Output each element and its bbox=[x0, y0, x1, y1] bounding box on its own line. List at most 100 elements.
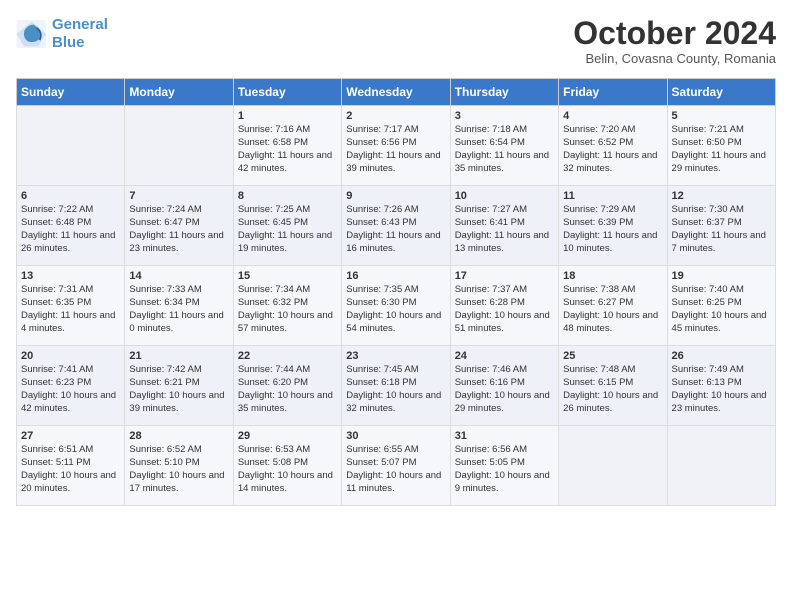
day-info: Sunrise: 7:26 AM Sunset: 6:43 PM Dayligh… bbox=[346, 204, 445, 255]
day-info: Sunrise: 7:16 AM Sunset: 6:58 PM Dayligh… bbox=[238, 124, 337, 175]
day-number: 11 bbox=[563, 190, 662, 202]
calendar-cell: 16 Sunrise: 7:35 AM Sunset: 6:30 PM Dayli… bbox=[342, 266, 450, 346]
day-number: 9 bbox=[346, 190, 445, 202]
day-number: 18 bbox=[563, 270, 662, 282]
day-number: 28 bbox=[129, 430, 228, 442]
day-number: 4 bbox=[563, 110, 662, 122]
day-header-wednesday: Wednesday bbox=[342, 79, 450, 106]
calendar-cell: 23Sunrise: 7:45 AM Sunset: 6:18 PM Dayli… bbox=[342, 346, 450, 426]
calendar-cell: 9 Sunrise: 7:26 AM Sunset: 6:43 PM Daylig… bbox=[342, 186, 450, 266]
day-info: Sunrise: 7:35 AM Sunset: 6:30 PM Dayligh… bbox=[346, 284, 445, 335]
day-info: Sunrise: 7:31 AM Sunset: 6:35 PM Dayligh… bbox=[21, 284, 120, 335]
calendar-cell: 27Sunrise: 6:51 AM Sunset: 5:11 PM Dayli… bbox=[17, 426, 125, 506]
calendar-cell: 2Sunrise: 7:17 AM Sunset: 6:56 PM Daylig… bbox=[342, 106, 450, 186]
day-number: 12 bbox=[672, 190, 771, 202]
day-header-tuesday: Tuesday bbox=[233, 79, 341, 106]
day-number: 1 bbox=[238, 110, 337, 122]
day-number: 6 bbox=[21, 190, 120, 202]
calendar-week-row: 20 Sunrise: 7:41 AM Sunset: 6:23 PM Dayli… bbox=[17, 346, 776, 426]
day-number: 26 bbox=[672, 350, 771, 362]
calendar-cell: 7 Sunrise: 7:24 AM Sunset: 6:47 PM Daylig… bbox=[125, 186, 233, 266]
day-number: 24 bbox=[455, 350, 554, 362]
day-info: Sunrise: 6:52 AM Sunset: 5:10 PM Dayligh… bbox=[129, 444, 228, 495]
calendar-cell: 22 Sunrise: 7:44 AM Sunset: 6:20 PM Dayli… bbox=[233, 346, 341, 426]
day-number: 22 bbox=[238, 350, 337, 362]
day-number: 20 bbox=[21, 350, 120, 362]
day-info: Sunrise: 7:44 AM Sunset: 6:20 PM Dayligh… bbox=[238, 364, 337, 415]
calendar-cell: 24 Sunrise: 7:46 AM Sunset: 6:16 PM Dayli… bbox=[450, 346, 558, 426]
day-number: 8 bbox=[238, 190, 337, 202]
calendar-cell: 6 Sunrise: 7:22 AM Sunset: 6:48 PM Daylig… bbox=[17, 186, 125, 266]
logo-icon bbox=[16, 20, 48, 48]
calendar-cell bbox=[17, 106, 125, 186]
day-header-friday: Friday bbox=[559, 79, 667, 106]
day-header-sunday: Sunday bbox=[17, 79, 125, 106]
logo: General Blue bbox=[16, 16, 108, 52]
calendar-cell: 1 Sunrise: 7:16 AM Sunset: 6:58 PM Daylig… bbox=[233, 106, 341, 186]
day-number: 19 bbox=[672, 270, 771, 282]
calendar-cell: 18Sunrise: 7:38 AM Sunset: 6:27 PM Dayli… bbox=[559, 266, 667, 346]
day-number: 17 bbox=[455, 270, 554, 282]
day-info: Sunrise: 7:42 AM Sunset: 6:21 PM Dayligh… bbox=[129, 364, 228, 415]
day-info: Sunrise: 6:56 AM Sunset: 5:05 PM Dayligh… bbox=[455, 444, 554, 495]
day-info: Sunrise: 7:21 AM Sunset: 6:50 PM Dayligh… bbox=[672, 124, 771, 175]
calendar-cell bbox=[559, 426, 667, 506]
calendar-cell: 13Sunrise: 7:31 AM Sunset: 6:35 PM Dayli… bbox=[17, 266, 125, 346]
page-header: General Blue October 2024 Belin, Covasna… bbox=[16, 16, 776, 66]
calendar-cell: 31Sunrise: 6:56 AM Sunset: 5:05 PM Dayli… bbox=[450, 426, 558, 506]
day-number: 25 bbox=[563, 350, 662, 362]
day-number: 15 bbox=[238, 270, 337, 282]
day-number: 16 bbox=[346, 270, 445, 282]
day-info: Sunrise: 7:41 AM Sunset: 6:23 PM Dayligh… bbox=[21, 364, 120, 415]
month-title: October 2024 bbox=[573, 16, 776, 51]
calendar-cell: 12 Sunrise: 7:30 AM Sunset: 6:37 PM Dayli… bbox=[667, 186, 775, 266]
day-header-thursday: Thursday bbox=[450, 79, 558, 106]
day-info: Sunrise: 7:17 AM Sunset: 6:56 PM Dayligh… bbox=[346, 124, 445, 175]
calendar-cell: 21 Sunrise: 7:42 AM Sunset: 6:21 PM Dayli… bbox=[125, 346, 233, 426]
day-info: Sunrise: 7:30 AM Sunset: 6:37 PM Dayligh… bbox=[672, 204, 771, 255]
day-info: Sunrise: 7:22 AM Sunset: 6:48 PM Dayligh… bbox=[21, 204, 120, 255]
calendar-cell: 5 Sunrise: 7:21 AM Sunset: 6:50 PM Daylig… bbox=[667, 106, 775, 186]
calendar-cell: 11Sunrise: 7:29 AM Sunset: 6:39 PM Dayli… bbox=[559, 186, 667, 266]
calendar-cell: 10Sunrise: 7:27 AM Sunset: 6:41 PM Dayli… bbox=[450, 186, 558, 266]
day-number: 5 bbox=[672, 110, 771, 122]
calendar-cell: 29Sunrise: 6:53 AM Sunset: 5:08 PM Dayli… bbox=[233, 426, 341, 506]
day-header-monday: Monday bbox=[125, 79, 233, 106]
calendar-cell: 17 Sunrise: 7:37 AM Sunset: 6:28 PM Dayli… bbox=[450, 266, 558, 346]
calendar-cell: 20 Sunrise: 7:41 AM Sunset: 6:23 PM Dayli… bbox=[17, 346, 125, 426]
calendar-cell: 28 Sunrise: 6:52 AM Sunset: 5:10 PM Dayli… bbox=[125, 426, 233, 506]
calendar-table: SundayMondayTuesdayWednesdayThursdayFrid… bbox=[16, 78, 776, 506]
calendar-cell: 3Sunrise: 7:18 AM Sunset: 6:54 PM Daylig… bbox=[450, 106, 558, 186]
calendar-cell: 14Sunrise: 7:33 AM Sunset: 6:34 PM Dayli… bbox=[125, 266, 233, 346]
day-info: Sunrise: 6:53 AM Sunset: 5:08 PM Dayligh… bbox=[238, 444, 337, 495]
day-info: Sunrise: 7:37 AM Sunset: 6:28 PM Dayligh… bbox=[455, 284, 554, 335]
day-info: Sunrise: 7:40 AM Sunset: 6:25 PM Dayligh… bbox=[672, 284, 771, 335]
calendar-cell: 8 Sunrise: 7:25 AM Sunset: 6:45 PM Daylig… bbox=[233, 186, 341, 266]
day-number: 7 bbox=[129, 190, 228, 202]
day-info: Sunrise: 7:27 AM Sunset: 6:41 PM Dayligh… bbox=[455, 204, 554, 255]
calendar-week-row: 13Sunrise: 7:31 AM Sunset: 6:35 PM Dayli… bbox=[17, 266, 776, 346]
day-info: Sunrise: 7:49 AM Sunset: 6:13 PM Dayligh… bbox=[672, 364, 771, 415]
logo-line1: General bbox=[52, 16, 108, 33]
calendar-cell: 25 Sunrise: 7:48 AM Sunset: 6:15 PM Dayli… bbox=[559, 346, 667, 426]
day-info: Sunrise: 7:25 AM Sunset: 6:45 PM Dayligh… bbox=[238, 204, 337, 255]
calendar-cell: 19 Sunrise: 7:40 AM Sunset: 6:25 PM Dayli… bbox=[667, 266, 775, 346]
day-number: 23 bbox=[346, 350, 445, 362]
calendar-week-row: 27Sunrise: 6:51 AM Sunset: 5:11 PM Dayli… bbox=[17, 426, 776, 506]
location-subtitle: Belin, Covasna County, Romania bbox=[573, 51, 776, 66]
calendar-cell: 26 Sunrise: 7:49 AM Sunset: 6:13 PM Dayli… bbox=[667, 346, 775, 426]
day-info: Sunrise: 7:48 AM Sunset: 6:15 PM Dayligh… bbox=[563, 364, 662, 415]
day-info: Sunrise: 7:20 AM Sunset: 6:52 PM Dayligh… bbox=[563, 124, 662, 175]
day-info: Sunrise: 7:34 AM Sunset: 6:32 PM Dayligh… bbox=[238, 284, 337, 335]
calendar-cell: 15 Sunrise: 7:34 AM Sunset: 6:32 PM Dayli… bbox=[233, 266, 341, 346]
calendar-week-row: 6 Sunrise: 7:22 AM Sunset: 6:48 PM Daylig… bbox=[17, 186, 776, 266]
day-number: 21 bbox=[129, 350, 228, 362]
day-info: Sunrise: 6:51 AM Sunset: 5:11 PM Dayligh… bbox=[21, 444, 120, 495]
day-info: Sunrise: 7:46 AM Sunset: 6:16 PM Dayligh… bbox=[455, 364, 554, 415]
day-header-saturday: Saturday bbox=[667, 79, 775, 106]
calendar-cell: 4 Sunrise: 7:20 AM Sunset: 6:52 PM Daylig… bbox=[559, 106, 667, 186]
calendar-cell bbox=[667, 426, 775, 506]
calendar-week-row: 1 Sunrise: 7:16 AM Sunset: 6:58 PM Daylig… bbox=[17, 106, 776, 186]
day-info: Sunrise: 7:24 AM Sunset: 6:47 PM Dayligh… bbox=[129, 204, 228, 255]
day-number: 30 bbox=[346, 430, 445, 442]
